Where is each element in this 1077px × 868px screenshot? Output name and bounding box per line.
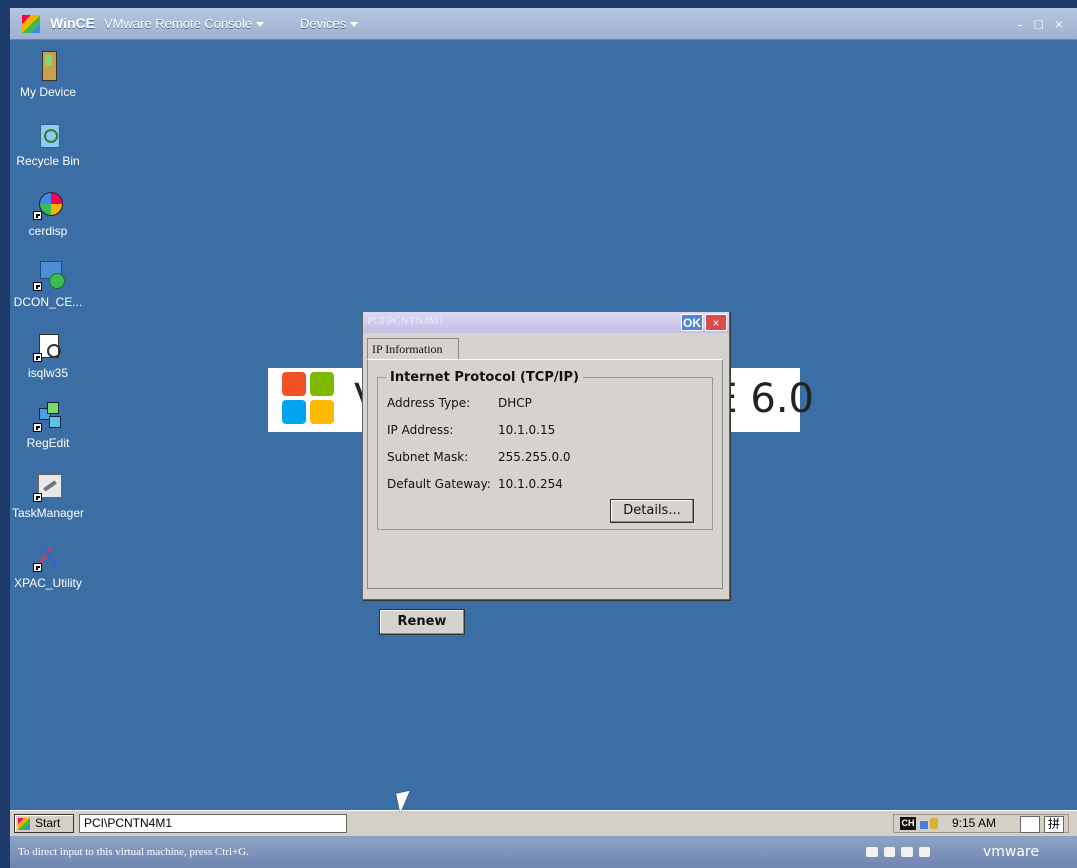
- isqlw35-icon: [33, 332, 63, 362]
- desktop-icon-taskmanager[interactable]: TaskManager: [10, 472, 86, 520]
- default-gateway-label: Default Gateway:: [387, 477, 491, 491]
- ip-address-value: 10.1.0.15: [498, 423, 556, 437]
- desktop-icon-label: TaskManager: [11, 506, 85, 520]
- device-status-icons[interactable]: [866, 847, 930, 859]
- dcon-icon: [33, 261, 65, 291]
- vmware-logo-icon: [22, 15, 40, 33]
- regedit-icon: [33, 402, 63, 432]
- system-tray: CH 9:15 AM 拼: [893, 814, 1069, 833]
- desktop-icon-label: My Device: [19, 85, 76, 99]
- desktop-icon-label: RegEdit: [26, 436, 70, 450]
- windows-flag-icon: [18, 818, 30, 830]
- cerdisp-icon: [33, 190, 63, 220]
- chevron-down-icon: [350, 22, 359, 28]
- tcpip-groupbox: Internet Protocol (TCP/IP) Address Type:…: [377, 370, 713, 530]
- renew-button[interactable]: Renew: [379, 609, 465, 635]
- desktop-icon-isqlw35[interactable]: isqlw35: [10, 332, 86, 380]
- recycle-bin-icon: [33, 120, 63, 150]
- dialog-titlebar: PCI\PCNTN4M1 OK ×: [363, 312, 729, 333]
- chevron-down-icon: [256, 22, 265, 28]
- desktop-icon-my-device[interactable]: My Device: [10, 51, 86, 99]
- window-controls[interactable]: - □ ×: [1018, 16, 1067, 32]
- vmware-statusbar: To direct input to this virtual machine,…: [10, 836, 1077, 868]
- desktop-icon-dcon[interactable]: DCON_CE...: [10, 261, 86, 309]
- dialog-title: PCI\PCNTN4M1: [367, 315, 445, 327]
- input-language-indicator[interactable]: CH: [900, 817, 916, 830]
- vm-devices-label: Devices: [300, 16, 347, 31]
- start-button[interactable]: Start: [14, 814, 74, 833]
- start-label: Start: [35, 816, 61, 830]
- vm-app-name: WinCE: [50, 15, 95, 31]
- ime-mode-button[interactable]: 拼: [1044, 816, 1064, 833]
- desktop-icon-label: cerdisp: [28, 224, 68, 238]
- desktop-icon-label: Recycle Bin: [16, 154, 80, 168]
- vm-console-menu[interactable]: VMware Remote Console: [104, 16, 268, 31]
- desktop-icon-label: isqlw35: [27, 366, 69, 380]
- windows-flag-icon: [282, 372, 338, 428]
- wince-taskbar: Start PCI\PCNTN4M1 CH 9:15 AM 拼: [10, 810, 1077, 836]
- clock[interactable]: 9:15 AM: [952, 816, 996, 830]
- tray-status-icons[interactable]: [920, 817, 940, 830]
- vm-devices-menu[interactable]: Devices: [300, 16, 362, 31]
- ip-address-label: IP Address:: [387, 423, 454, 437]
- xpac-utility-icon: [33, 542, 63, 572]
- desktop-icon-regedit[interactable]: RegEdit: [10, 402, 86, 450]
- vm-console-label: VMware Remote Console: [104, 16, 253, 31]
- desktop-icon-cerdisp[interactable]: cerdisp: [10, 190, 86, 238]
- statusbar-message: To direct input to this virtual machine,…: [18, 846, 249, 858]
- tcpip-group-title: Internet Protocol (TCP/IP): [386, 370, 583, 385]
- device-icon: [33, 51, 63, 81]
- dialog-close-button[interactable]: ×: [705, 314, 727, 331]
- desktop-icon-label: DCON_CE...: [13, 295, 83, 309]
- vmware-brand: vmware: [982, 844, 1039, 860]
- details-button[interactable]: Details...: [610, 499, 694, 523]
- ime-button-icon[interactable]: [1020, 816, 1040, 833]
- ip-info-dialog: PCI\PCNTN4M1 OK × IP Information Interne…: [362, 311, 730, 635]
- desktop-icon-label: XPAC_Utility: [14, 576, 82, 590]
- default-gateway-value: 10.1.0.254: [498, 477, 563, 491]
- taskmanager-icon: [33, 472, 63, 502]
- desktop-icon-recycle-bin[interactable]: Recycle Bin: [10, 120, 86, 168]
- taskbar-task-button[interactable]: PCI\PCNTN4M1: [79, 814, 347, 833]
- subnet-mask-label: Subnet Mask:: [387, 450, 469, 464]
- vmware-titlebar: WinCE VMware Remote Console Devices - □ …: [10, 8, 1077, 40]
- dialog-ok-button[interactable]: OK: [681, 314, 703, 331]
- address-type-value: DHCP: [498, 396, 532, 410]
- tab-ip-information[interactable]: IP Information: [367, 338, 459, 360]
- desktop-icon-xpac-utility[interactable]: XPAC_Utility: [10, 542, 86, 590]
- address-type-label: Address Type:: [387, 396, 471, 410]
- subnet-mask-value: 255.255.0.0: [498, 450, 571, 464]
